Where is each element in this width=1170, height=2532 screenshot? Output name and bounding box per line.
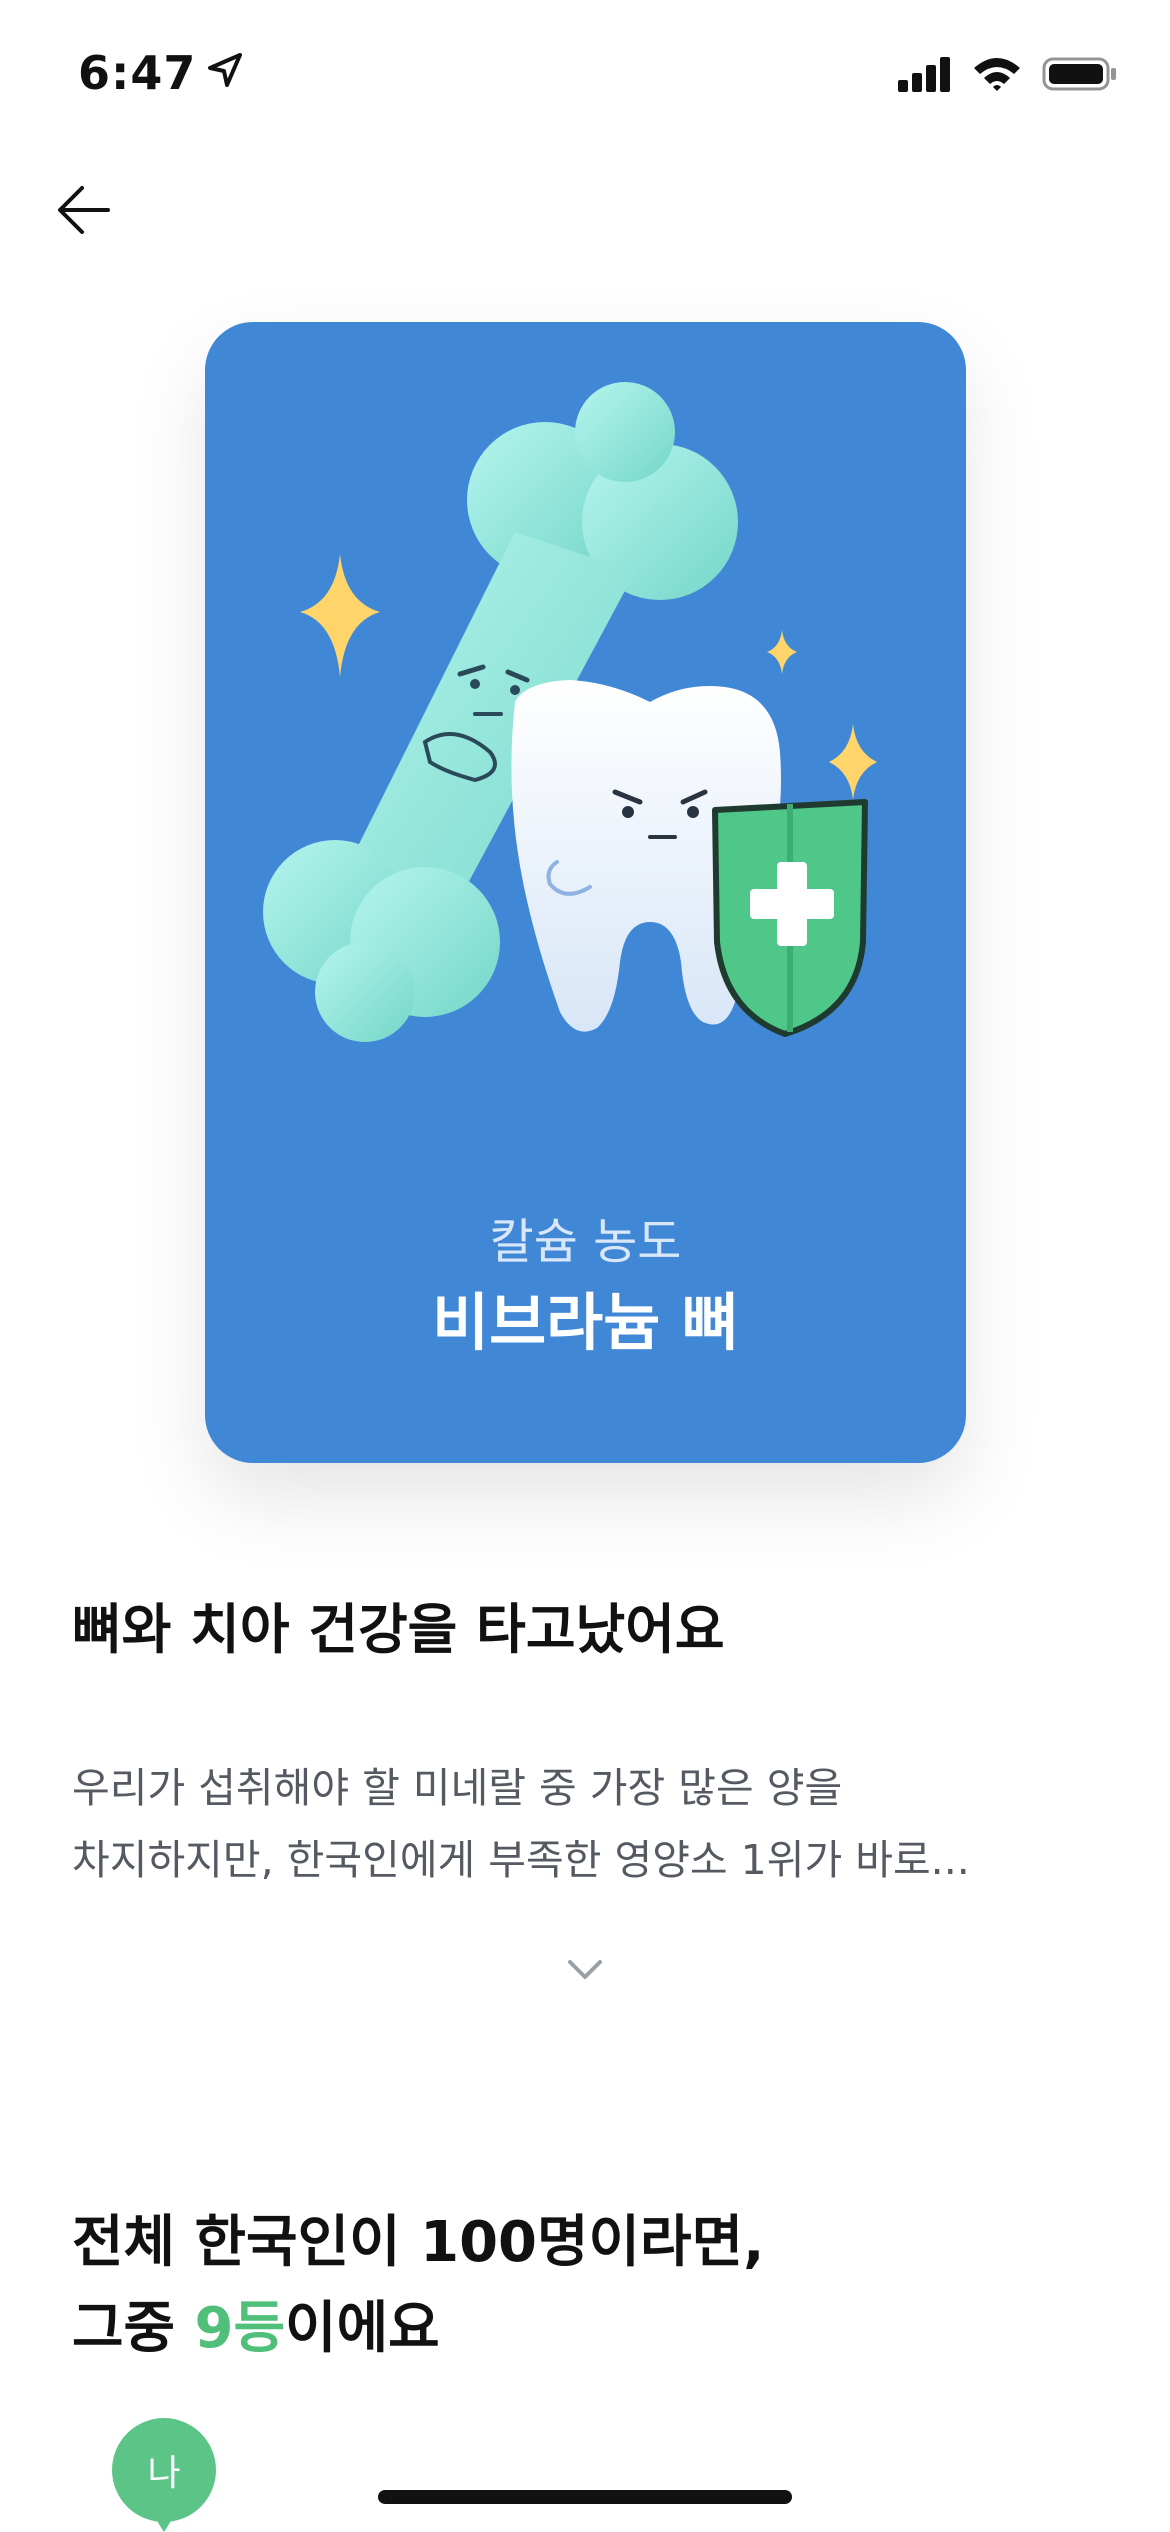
card-title: 비브라늄 뼈 xyxy=(432,1286,739,1359)
my-rank-marker-label: 나 xyxy=(112,2418,216,2522)
status-icons xyxy=(898,56,1118,96)
chevron-down-icon xyxy=(552,1960,618,1994)
description-line-1: 우리가 섭취해야 할 미네랄 중 가장 많은 양을 xyxy=(72,1764,843,1812)
rank-prefix: 그중 xyxy=(72,2296,195,2361)
wifi-icon xyxy=(972,56,1022,96)
expand-description-button[interactable] xyxy=(552,1950,618,1990)
home-indicator xyxy=(378,2490,792,2504)
my-rank-marker: 나 xyxy=(112,2418,216,2532)
rank-line-1: 전체 한국인이 100명이라면, xyxy=(72,2210,765,2275)
card-subtitle: 칼슘 농도 xyxy=(489,1214,682,1270)
result-card: 칼슘 농도 비브라늄 뼈 xyxy=(205,322,966,1463)
status-bar: 6:47 xyxy=(0,0,1170,150)
battery-icon xyxy=(1042,56,1118,96)
status-time: 6:47 xyxy=(78,46,244,100)
rank-value: 9등 xyxy=(194,2296,286,2361)
rank-title: 전체 한국인이 100명이라면, 그중 9등이에요 xyxy=(72,2200,764,2372)
result-headline: 뼈와 치아 건강을 타고났어요 xyxy=(72,1598,725,1661)
result-description: 우리가 섭취해야 할 미네랄 중 가장 많은 양을 차지하지만, 한국인에게 부… xyxy=(72,1752,1102,1896)
location-arrow-icon xyxy=(206,46,244,100)
bone-tooth-illustration xyxy=(263,382,877,1042)
back-arrow-icon xyxy=(54,180,114,244)
rank-line-2: 그중 9등이에요 xyxy=(72,2286,764,2372)
rank-suffix: 이에요 xyxy=(285,2296,440,2361)
marker-tail xyxy=(150,2510,178,2532)
back-button[interactable] xyxy=(44,172,124,252)
description-line-2: 차지하지만, 한국인에게 부족한 영양소 1위가 바로... xyxy=(72,1836,970,1884)
cellular-signal-icon xyxy=(898,56,952,96)
status-time-text: 6:47 xyxy=(78,46,197,100)
